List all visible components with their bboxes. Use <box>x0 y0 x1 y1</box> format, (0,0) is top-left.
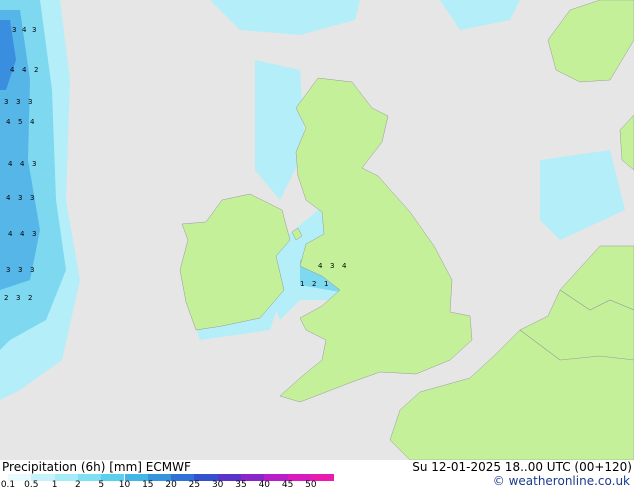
scale-tick-label: 0.1 <box>0 480 16 490</box>
map-footer: Precipitation (6h) [mm] ECMWF Su 12-01-2… <box>0 460 634 490</box>
svg-text:4: 4 <box>318 262 323 270</box>
svg-text:3: 3 <box>18 194 22 202</box>
scale-tick-label: 45 <box>281 480 294 490</box>
svg-text:4: 4 <box>6 118 11 126</box>
svg-text:3: 3 <box>32 26 36 34</box>
scale-tick-label: 30 <box>211 480 224 490</box>
scale-tick-label: 50 <box>305 480 317 490</box>
color-scale-ticks: 0.1 0.5 1 2 5 10 15 20 25 30 35 40 45 50 <box>0 480 340 490</box>
svg-text:2: 2 <box>4 294 8 302</box>
svg-text:3: 3 <box>30 266 34 274</box>
svg-text:3: 3 <box>32 230 36 238</box>
svg-text:2: 2 <box>312 280 316 288</box>
svg-text:3: 3 <box>18 266 22 274</box>
scale-tick-label: 35 <box>235 480 247 490</box>
svg-text:3: 3 <box>6 266 10 274</box>
svg-text:3: 3 <box>16 294 20 302</box>
scale-tick-label: 15 <box>142 480 154 490</box>
svg-text:4: 4 <box>10 66 15 74</box>
svg-text:4: 4 <box>342 262 347 270</box>
svg-text:3: 3 <box>16 98 20 106</box>
svg-text:3: 3 <box>28 98 32 106</box>
svg-text:2: 2 <box>28 294 32 302</box>
scale-tick-label: 2 <box>75 480 81 490</box>
scale-tick-label: 5 <box>98 480 105 490</box>
credit-link[interactable]: © weatheronline.co.uk <box>493 474 630 488</box>
scale-tick-label: 0.5 <box>24 480 39 490</box>
scale-tick-label: 25 <box>188 480 201 490</box>
svg-text:4: 4 <box>22 66 27 74</box>
svg-text:4: 4 <box>20 230 25 238</box>
scale-tick-label: 40 <box>258 480 271 490</box>
map-title: Precipitation (6h) [mm] ECMWF <box>2 460 191 474</box>
svg-text:4: 4 <box>20 160 25 168</box>
precipitation-map: 343 442 333 454 443 433 443 333 232 434 … <box>0 0 634 460</box>
valid-time: Su 12-01-2025 18..00 UTC (00+120) <box>412 460 632 474</box>
svg-text:4: 4 <box>6 194 11 202</box>
scale-tick-label: 1 <box>51 480 58 490</box>
svg-text:3: 3 <box>30 194 34 202</box>
svg-text:4: 4 <box>8 160 13 168</box>
svg-text:3: 3 <box>12 26 16 34</box>
svg-text:1: 1 <box>324 280 328 288</box>
svg-text:4: 4 <box>8 230 13 238</box>
svg-text:1: 1 <box>300 280 304 288</box>
svg-text:2: 2 <box>34 66 38 74</box>
svg-text:3: 3 <box>4 98 8 106</box>
scale-tick-label: 10 <box>118 480 131 490</box>
svg-text:3: 3 <box>32 160 36 168</box>
svg-text:3: 3 <box>330 262 334 270</box>
svg-text:4: 4 <box>22 26 27 34</box>
svg-text:4: 4 <box>30 118 35 126</box>
scale-tick-label: 20 <box>165 480 177 490</box>
svg-text:5: 5 <box>18 118 22 126</box>
